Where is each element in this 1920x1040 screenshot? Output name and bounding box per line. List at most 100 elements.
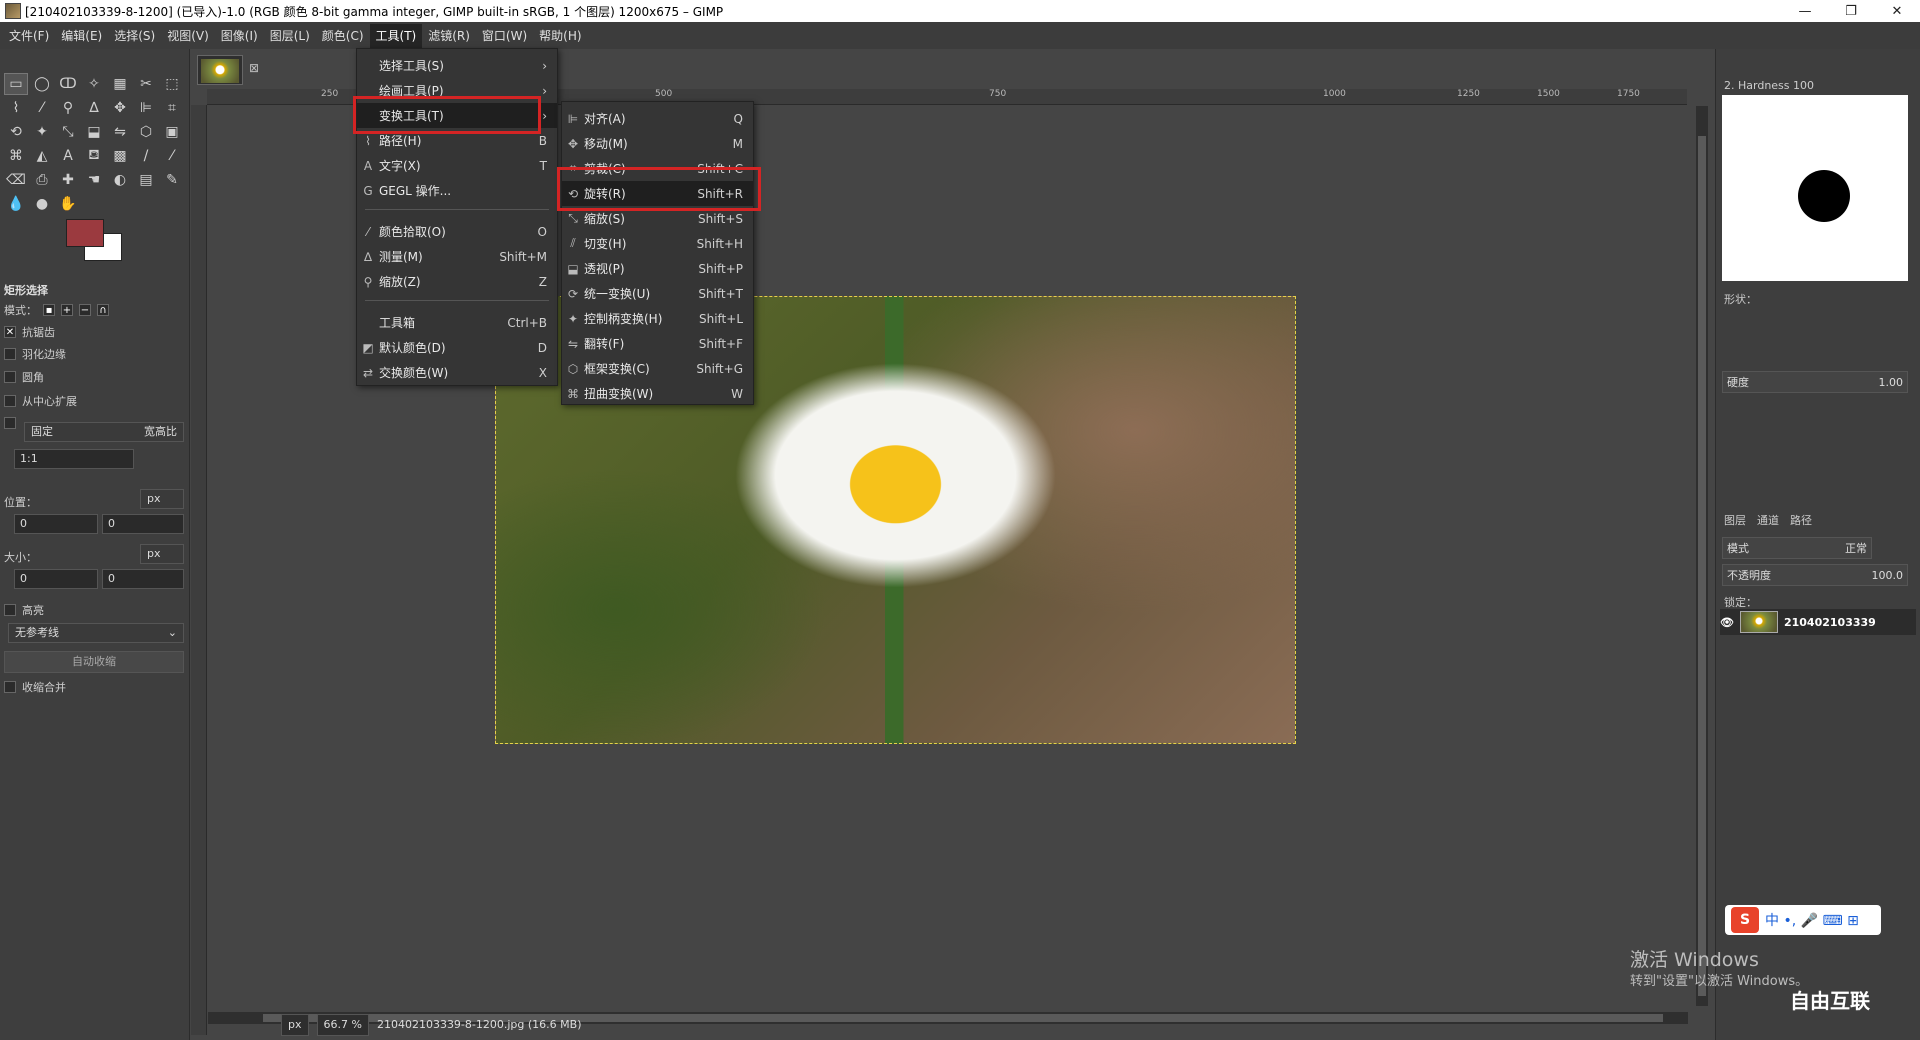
menu-item-handle-transform[interactable]: ✦ 控制柄变换(H) Shift+L — [562, 306, 753, 331]
position-x-input[interactable]: 0 — [14, 514, 98, 534]
layers-tabs[interactable]: 图层 通道 路径 — [1724, 512, 1812, 528]
mode-replace-icon[interactable]: ▪ — [43, 304, 55, 316]
bucket-fill-tool-icon[interactable]: ◭ — [30, 145, 54, 167]
layer-mode-select[interactable]: 模式 正常 — [1722, 537, 1872, 559]
fixed-dropdown[interactable]: 固定 宽高比 — [24, 422, 184, 442]
menu-item-scale[interactable]: ⤡ 缩放(S) Shift+S — [562, 206, 753, 231]
menu-item-flip[interactable]: ⇋ 翻转(F) Shift+F — [562, 331, 753, 356]
airbrush-tool-icon[interactable]: ⁄ — [160, 145, 184, 167]
rounded-row[interactable]: 圆角 — [4, 369, 44, 385]
menu-colors[interactable]: 颜色(C) — [316, 24, 370, 48]
heal-tool-icon[interactable]: ✚ — [56, 169, 80, 191]
fuzzy-select-tool-icon[interactable]: ✧ — [82, 73, 106, 95]
menu-item-move[interactable]: ✥ 移动(M) M — [562, 131, 753, 156]
menu-item-text[interactable]: A 文字(X) T — [357, 153, 557, 178]
maximize-button[interactable]: ❐ — [1828, 0, 1874, 22]
flip-tool-icon[interactable]: ⇋ — [108, 121, 132, 143]
foreground-color[interactable] — [66, 219, 104, 247]
ime-toolbar[interactable]: S 中 •, 🎤 ⌨ ⊞ — [1725, 905, 1881, 935]
position-unit-dropdown[interactable]: px — [140, 489, 184, 509]
menu-item-paths[interactable]: ⌇ 路径(H) B — [357, 128, 557, 153]
auto-shrink-button[interactable]: 自动收缩 — [4, 651, 184, 673]
vertical-scrollbar[interactable] — [1696, 106, 1708, 1006]
menu-help[interactable]: 帮助(H) — [533, 24, 587, 48]
move-tool-icon[interactable]: ✥ — [108, 97, 132, 119]
foreground-select-tool-icon[interactable]: ⬚ — [160, 73, 184, 95]
minimize-button[interactable]: — — [1782, 0, 1828, 22]
shrink-merged-row[interactable]: 收缩合并 — [4, 679, 66, 695]
color-picker-tool-icon[interactable]: ⁄ — [30, 97, 54, 119]
size-y-input[interactable]: 0 — [102, 569, 184, 589]
position-y-input[interactable]: 0 — [102, 514, 184, 534]
color-swatches[interactable] — [66, 219, 126, 269]
measure-tool-icon[interactable]: ∆ — [82, 97, 106, 119]
warp-tool-icon[interactable]: ⌘ — [4, 145, 28, 167]
ink-tool-icon[interactable]: ✎ — [160, 169, 184, 191]
feather-row[interactable]: 羽化边缘 — [4, 346, 66, 362]
menu-layer[interactable]: 图层(L) — [264, 24, 316, 48]
rounded-checkbox[interactable] — [4, 371, 16, 383]
antialias-row[interactable]: ✕ 抗锯齿 — [4, 324, 55, 340]
clone-tool-icon[interactable]: ⎙ — [30, 169, 54, 191]
scissors-tool-icon[interactable]: ✂ — [134, 73, 158, 95]
ratio-input[interactable]: 1:1 — [14, 449, 134, 469]
handle-transform-tool-icon[interactable]: ⤡ — [56, 121, 80, 143]
menu-item-swap-colors[interactable]: ⇄ 交换颜色(W) X — [357, 360, 557, 385]
menu-item-measure[interactable]: ∆ 测量(M) Shift+M — [357, 244, 557, 269]
mypaint-brush-icon[interactable]: ▩ — [108, 145, 132, 167]
opacity-slider[interactable]: 不透明度 100.0 — [1722, 564, 1908, 586]
menu-file[interactable]: 文件(F) — [3, 24, 55, 48]
perspective-tool-icon[interactable]: ⬓ — [82, 121, 106, 143]
brush-preview[interactable] — [1722, 95, 1908, 281]
antialias-checkbox[interactable]: ✕ — [4, 326, 16, 338]
layer-row[interactable]: 👁 210402103339 — [1720, 609, 1916, 635]
menu-item-color-picker[interactable]: ⁄ 颜色拾取(O) O — [357, 219, 557, 244]
close-icon[interactable]: ⊠ — [249, 61, 259, 75]
align-tool-icon[interactable]: ⊫ — [134, 97, 158, 119]
menu-tools[interactable]: 工具(T) — [369, 23, 423, 48]
paths-tool-icon[interactable]: ⌇ — [4, 97, 28, 119]
mode-subtract-icon[interactable]: − — [79, 304, 91, 316]
dodge-burn-tool-icon[interactable]: ◐ — [108, 169, 132, 191]
menu-windows[interactable]: 窗口(W) — [476, 24, 533, 48]
menu-select[interactable]: 选择(S) — [108, 24, 161, 48]
unified-transform-tool-icon[interactable]: ⟲ — [4, 121, 28, 143]
select-by-color-tool-icon[interactable]: ▦ — [108, 73, 132, 95]
menu-image[interactable]: 图像(I) — [215, 24, 264, 48]
menu-item-rotate[interactable]: ⟲ 旋转(R) Shift+R — [562, 181, 753, 206]
menu-filters[interactable]: 滤镜(R) — [422, 24, 476, 48]
size-x-input[interactable]: 0 — [14, 569, 98, 589]
menu-item-unified-transform[interactable]: ⟳ 统一变换(U) Shift+T — [562, 281, 753, 306]
crop-tool-icon[interactable]: ⌗ — [160, 97, 184, 119]
paint-bucket-icon[interactable]: ⛾ — [82, 145, 106, 167]
mode-add-icon[interactable]: + — [61, 304, 73, 316]
hardness-slider[interactable]: 硬度 1.00 — [1722, 371, 1908, 393]
fixed-checkbox[interactable] — [4, 417, 16, 429]
dodge-tool-icon[interactable]: ● — [30, 193, 54, 215]
menu-item-select-tools[interactable]: 选择工具(S) › — [357, 53, 557, 78]
menu-item-gegl[interactable]: G GEGL 操作... — [357, 178, 557, 203]
fixed-row[interactable] — [4, 417, 16, 429]
menu-item-crop[interactable]: ⌗ 剪裁(C) Shift+C — [562, 156, 753, 181]
seamless-clone-tool-icon[interactable]: ▣ — [160, 121, 184, 143]
menu-item-warp-transform[interactable]: ⌘ 扭曲变换(W) W — [562, 381, 753, 406]
ellipse-select-tool-icon[interactable]: ◯ — [30, 73, 54, 95]
close-button[interactable]: ✕ — [1874, 0, 1920, 22]
menu-item-align[interactable]: ⊫ 对齐(A) Q — [562, 106, 753, 131]
menu-item-paint-tools[interactable]: 绘画工具(P) › — [357, 78, 557, 103]
blur-tool-icon[interactable]: 💧 — [4, 193, 28, 215]
zoom-select[interactable]: 66.7 % — [316, 1013, 369, 1036]
eye-icon[interactable]: 👁 — [1720, 616, 1734, 629]
gradient-tool-icon[interactable]: ▤ — [134, 169, 158, 191]
smudge-tool-icon[interactable]: ☚ — [82, 169, 106, 191]
eraser-tool-icon[interactable]: ⌫ — [4, 169, 28, 191]
menu-item-zoom[interactable]: ⚲ 缩放(Z) Z — [357, 269, 557, 294]
shrink-merged-checkbox[interactable] — [4, 681, 16, 693]
unit-select[interactable]: px — [281, 1013, 309, 1036]
smudge2-tool-icon[interactable]: ✋ — [56, 193, 80, 215]
cage-transform-tool-icon[interactable]: ⬡ — [134, 121, 158, 143]
mode-intersect-icon[interactable]: ∩ — [97, 304, 109, 316]
menu-item-shear[interactable]: ⫽ 切变(H) Shift+H — [562, 231, 753, 256]
rect-select-tool-icon[interactable]: ▭ — [4, 73, 28, 95]
zoom-tool-icon[interactable]: ⚲ — [56, 97, 80, 119]
